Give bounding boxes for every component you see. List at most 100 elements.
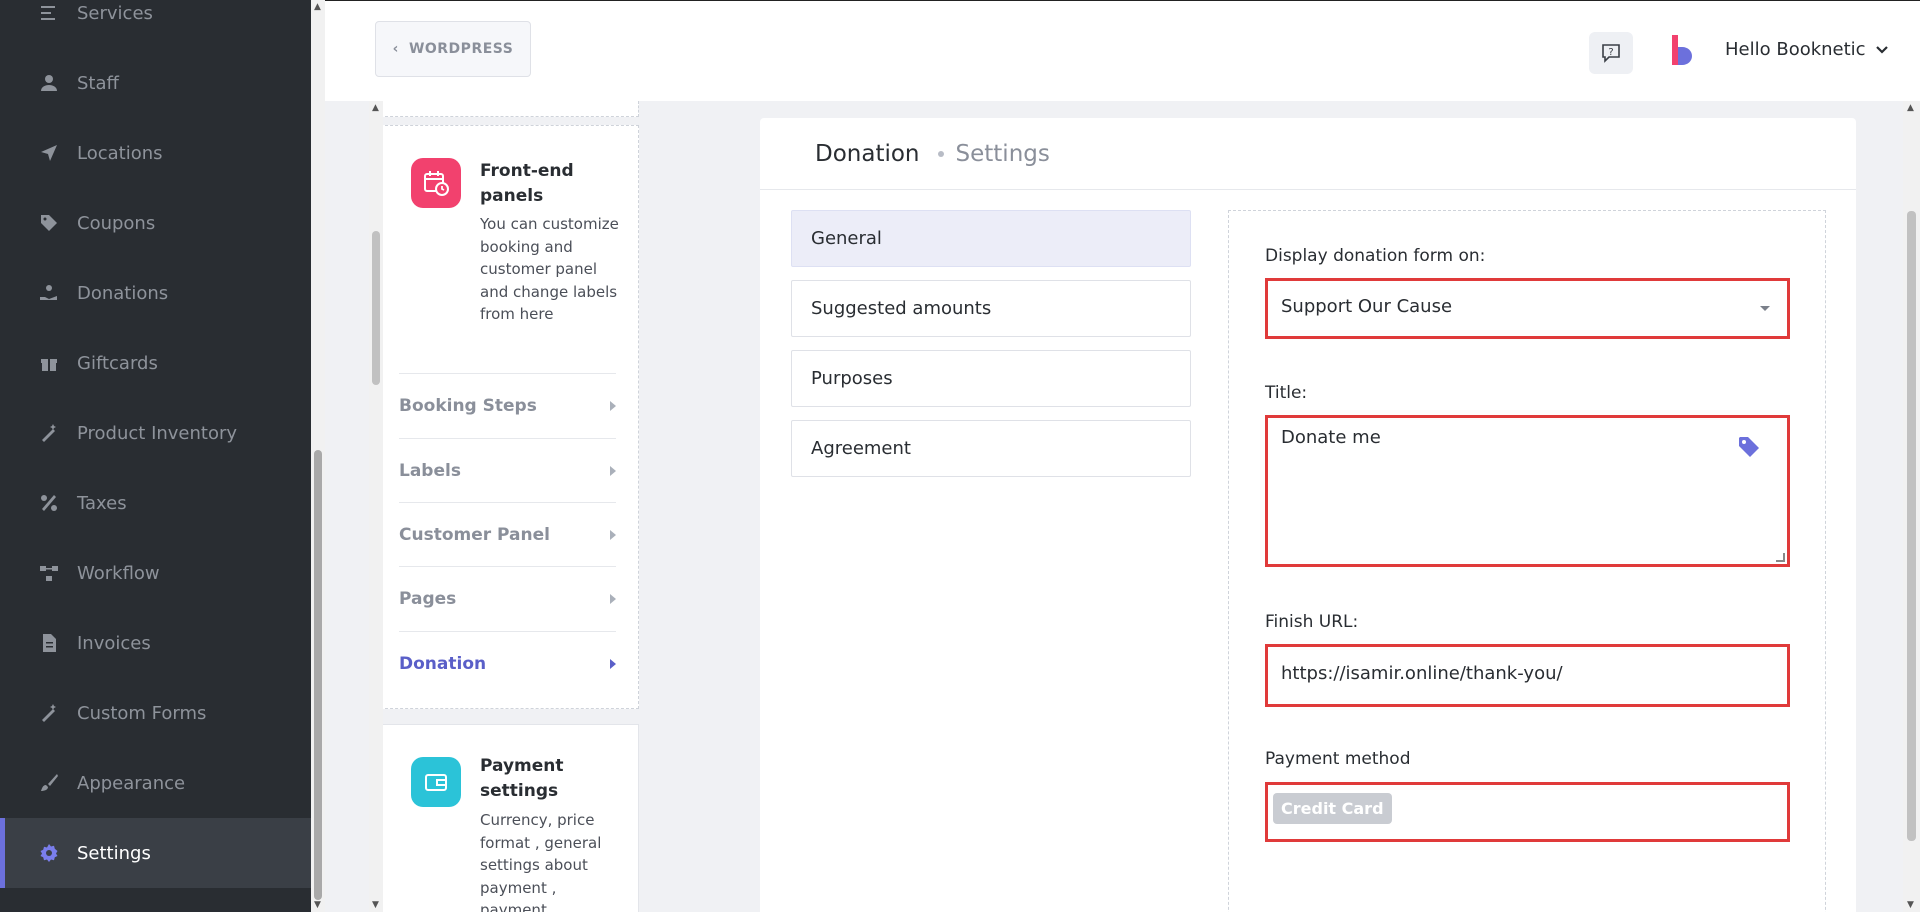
svg-text:?: ? xyxy=(1608,47,1613,58)
chevron-left-icon: ‹ xyxy=(392,41,399,57)
wallet-icon xyxy=(411,757,461,807)
sidebar-item-staff[interactable]: Staff xyxy=(0,48,311,118)
scroll-up-arrow-icon[interactable]: ▲ xyxy=(1907,103,1914,113)
sidebar-item-donations[interactable]: Donations xyxy=(0,258,311,328)
display-form-select[interactable]: Support Our Cause xyxy=(1265,278,1790,339)
scroll-up-arrow-icon[interactable]: ▲ xyxy=(372,103,379,113)
resize-handle[interactable] xyxy=(1776,553,1785,562)
tab-label: General xyxy=(811,228,882,249)
sidebar-item-label: Settings xyxy=(77,842,151,864)
sidebar-item-appearance[interactable]: Appearance xyxy=(0,748,311,818)
sidebar-item-label: Invoices xyxy=(77,632,151,654)
back-button-label: WORDPRESS xyxy=(408,41,514,57)
finish-url-label: Finish URL: xyxy=(1265,612,1359,632)
sidebar-item-settings[interactable]: Settings xyxy=(0,818,311,888)
gift-icon xyxy=(38,352,60,374)
chevron-down-icon xyxy=(1875,45,1888,54)
caret-right-icon xyxy=(610,658,616,669)
user-menu[interactable]: Hello Booknetic xyxy=(1725,39,1888,60)
scroll-down-arrow-icon[interactable]: ▼ xyxy=(314,900,321,910)
scrollbar-thumb[interactable] xyxy=(372,231,380,385)
display-form-label: Display donation form on: xyxy=(1265,246,1486,266)
display-form-value: Support Our Cause xyxy=(1281,296,1453,317)
sidebar-item-label: Coupons xyxy=(77,212,156,234)
sidebar-item-coupons[interactable]: Coupons xyxy=(0,188,311,258)
general-settings-form: Display donation form on: Support Our Ca… xyxy=(1228,210,1826,912)
sidebar-item-label: Workflow xyxy=(77,562,160,584)
sidebar-item-invoices[interactable]: Invoices xyxy=(0,608,311,678)
dropdown-caret-icon xyxy=(1760,306,1770,311)
sidebar-item-product-inventory[interactable]: Product Inventory xyxy=(0,398,311,468)
card-description: You can customize booking and customer p… xyxy=(480,215,619,323)
menu-item-label: Pages xyxy=(399,588,457,609)
title-label: Title: xyxy=(1265,383,1308,403)
sidebar-item-label: Product Inventory xyxy=(77,422,238,444)
finish-url-input[interactable]: https://isamir.online/thank-you/ xyxy=(1265,644,1790,707)
donation-settings-panel: Donation Settings General Suggested amou… xyxy=(760,118,1856,912)
caret-right-icon xyxy=(610,400,616,411)
sidebar-item-locations[interactable]: Locations xyxy=(0,118,311,188)
tab-label: Purposes xyxy=(811,368,893,389)
sidebar-item-giftcards[interactable]: Giftcards xyxy=(0,328,311,398)
menu-item-labels[interactable]: Labels xyxy=(399,438,616,502)
menu-item-label: Donation xyxy=(399,653,487,674)
workflow-icon xyxy=(38,562,60,584)
panel-header: Donation Settings xyxy=(760,118,1856,190)
tab-suggested-amounts[interactable]: Suggested amounts xyxy=(791,280,1191,337)
sidebar-item-label: Services xyxy=(77,2,153,24)
page-scrollbar[interactable]: ▲ ▼ xyxy=(1903,101,1920,912)
menu-item-donation[interactable]: Donation xyxy=(399,631,616,695)
staff-icon xyxy=(38,72,60,94)
caret-right-icon xyxy=(610,465,616,476)
percent-icon xyxy=(38,492,60,514)
card-title: Payment settings xyxy=(480,756,564,801)
scroll-up-arrow-icon[interactable]: ▲ xyxy=(314,2,321,12)
tab-agreement[interactable]: Agreement xyxy=(791,420,1191,477)
magic-wand-icon xyxy=(38,422,60,444)
sidebar-item-services[interactable]: Services xyxy=(0,0,311,48)
sidebar-item-taxes[interactable]: Taxes xyxy=(0,468,311,538)
settings-card-payment[interactable]: Payment settings Currency, price format … xyxy=(375,724,639,912)
sidebar-item-custom-forms[interactable]: Custom Forms xyxy=(0,678,311,748)
scroll-down-arrow-icon[interactable]: ▼ xyxy=(1907,900,1914,910)
payment-method-label: Payment method xyxy=(1265,749,1411,769)
booknetic-logo-icon xyxy=(1672,35,1692,65)
sidebar-scrollbar[interactable]: ▲ ▼ xyxy=(311,0,325,912)
gear-icon xyxy=(38,842,60,864)
brush-icon xyxy=(38,772,60,794)
menu-item-customer-panel[interactable]: Customer Panel xyxy=(399,502,616,566)
scroll-down-arrow-icon[interactable]: ▼ xyxy=(372,900,379,910)
payment-method-multiselect[interactable]: Credit Card xyxy=(1265,782,1790,842)
tab-label: Suggested amounts xyxy=(811,298,992,319)
services-icon xyxy=(38,2,60,24)
card-title: Front-end panels xyxy=(480,161,574,206)
menu-item-booking-steps[interactable]: Booking Steps xyxy=(399,373,616,437)
panel-subtitle: Settings xyxy=(955,140,1050,167)
tab-general[interactable]: General xyxy=(791,210,1191,267)
sidebar-item-label: Appearance xyxy=(77,772,186,794)
scrollbar-thumb[interactable] xyxy=(314,450,322,900)
tab-purposes[interactable]: Purposes xyxy=(791,350,1191,407)
caret-right-icon xyxy=(610,593,616,604)
separator-dot xyxy=(937,150,944,157)
title-textarea[interactable]: Donate me xyxy=(1265,415,1790,567)
sidebar-item-label: Custom Forms xyxy=(77,702,207,724)
panel-title: Donation xyxy=(815,140,920,167)
sidebar-item-label: Donations xyxy=(77,282,169,304)
donation-hand-icon xyxy=(38,282,60,304)
scrollbar-thumb[interactable] xyxy=(1907,211,1916,841)
top-header: ‹ WORDPRESS ? Hello Booknetic xyxy=(325,0,1920,101)
sidebar-item-label: Locations xyxy=(77,142,163,164)
help-button[interactable]: ? xyxy=(1589,32,1633,74)
settings-menu-scrollbar[interactable]: ▲ ▼ xyxy=(369,101,383,912)
payment-method-chip[interactable]: Credit Card xyxy=(1273,793,1392,824)
sidebar-item-label: Staff xyxy=(77,72,119,94)
back-to-wordpress-button[interactable]: ‹ WORDPRESS xyxy=(375,21,531,77)
tag-icon[interactable] xyxy=(1737,435,1761,459)
calendar-clock-icon xyxy=(411,158,461,208)
main-sidebar: Services Staff Locations Coupons Donatio… xyxy=(0,0,311,912)
menu-item-pages[interactable]: Pages xyxy=(399,566,616,630)
settings-card-front-end-panels[interactable]: Front-end panels You can customize booki… xyxy=(375,125,639,709)
file-invoice-icon xyxy=(38,632,60,654)
sidebar-item-workflow[interactable]: Workflow xyxy=(0,538,311,608)
